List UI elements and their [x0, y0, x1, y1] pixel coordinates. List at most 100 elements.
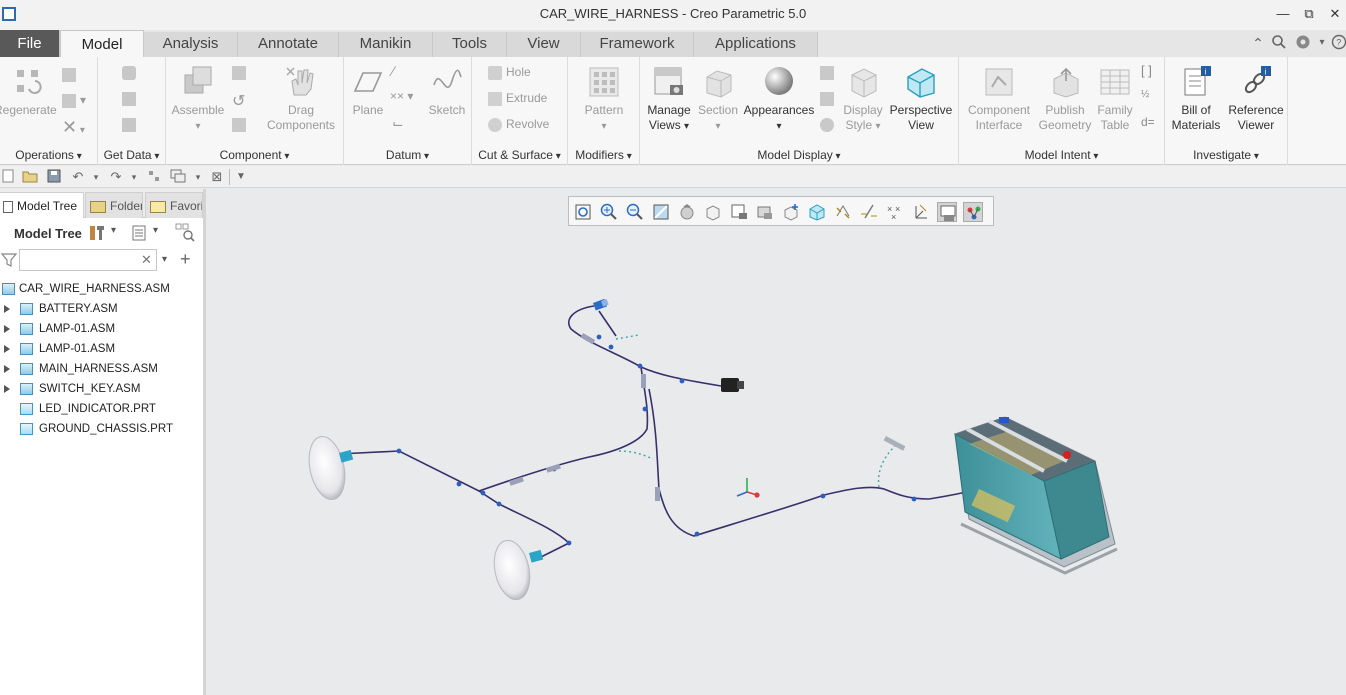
tree-item-battery[interactable]: BATTERY.ASM	[0, 299, 203, 319]
component-interface-button[interactable]: Component Interface	[963, 65, 1035, 133]
display-style-icon[interactable]	[677, 202, 697, 222]
plane-button[interactable]: Plane	[346, 65, 390, 118]
group-label-model-display[interactable]: Model Display	[640, 148, 958, 162]
undo-icon[interactable]: ↶	[70, 169, 86, 185]
tab-framework[interactable]: Framework	[581, 32, 694, 57]
group-label-operations[interactable]: Operations	[0, 148, 97, 162]
tree-show-icon[interactable]	[131, 224, 147, 245]
drag-components-button[interactable]: Drag Components	[262, 65, 340, 133]
tab-tools[interactable]: Tools	[433, 32, 507, 57]
help-dropdown-icon[interactable]: ▾	[1313, 34, 1331, 52]
close-window-icon[interactable]: ⊠	[209, 169, 225, 185]
tab-annotate[interactable]: Annotate	[238, 32, 339, 57]
saved-orientations-icon[interactable]	[703, 202, 723, 222]
layers-button[interactable]	[820, 91, 838, 106]
group-label-datum[interactable]: Datum	[344, 148, 471, 162]
save-icon[interactable]	[46, 169, 62, 185]
appearances-button[interactable]: Appearances ▾	[740, 65, 818, 134]
manage-views-button[interactable]: Manage Views ▾	[642, 65, 696, 134]
regenerate-button[interactable]: Regenerate	[0, 65, 57, 118]
display-settings-button[interactable]	[820, 117, 838, 132]
datum-planes-display-icon[interactable]	[833, 202, 853, 222]
switch-dimensions-button[interactable]: ½	[1141, 89, 1149, 100]
shrinkwrap-button[interactable]	[122, 117, 140, 132]
bill-of-materials-button[interactable]: i Bill of Materials	[1167, 65, 1225, 133]
scenes-button[interactable]	[820, 65, 838, 80]
parameters-button[interactable]: [ ]	[1141, 63, 1152, 78]
clear-search-icon[interactable]: ✕	[141, 252, 152, 268]
pattern-button[interactable]: Pattern ▾	[572, 65, 636, 134]
expand-arrow-icon[interactable]	[4, 325, 10, 333]
point-button[interactable]: ×× ▾	[390, 89, 413, 103]
expand-arrow-icon[interactable]	[4, 305, 10, 313]
graphics-window[interactable]: × × ×	[209, 189, 1346, 695]
tab-applications[interactable]: Applications	[694, 32, 818, 57]
group-label-get-data[interactable]: Get Data	[98, 148, 165, 162]
filter-funnel-icon[interactable]	[0, 252, 18, 271]
undo-dropdown-icon[interactable]: ▾	[88, 169, 104, 185]
repaint-icon[interactable]	[651, 202, 671, 222]
zoom-in-icon[interactable]	[599, 202, 619, 222]
sketch-button[interactable]: Sketch	[424, 65, 470, 118]
open-folder-icon[interactable]	[22, 169, 38, 185]
group-label-modifiers[interactable]: Modifiers	[568, 148, 639, 162]
zoom-out-icon[interactable]	[625, 202, 645, 222]
redo-dropdown-icon[interactable]: ▾	[126, 169, 142, 185]
redo-icon[interactable]: ↷	[108, 169, 124, 185]
expand-arrow-icon[interactable]	[4, 365, 10, 373]
tab-model-tree[interactable]: Model Tree	[0, 192, 84, 218]
search-icon[interactable]	[1270, 34, 1288, 52]
create-component-button[interactable]	[232, 65, 250, 80]
paste-button[interactable]: ▾	[62, 93, 86, 108]
perspective-icon[interactable]	[755, 202, 775, 222]
annotation-display-icon[interactable]	[937, 202, 957, 222]
group-label-cut-surface[interactable]: Cut & Surface	[472, 148, 567, 162]
display-style-button[interactable]: Display Style ▾	[838, 65, 888, 134]
cube-view-icon[interactable]	[807, 202, 827, 222]
tab-model[interactable]: Model	[60, 30, 144, 57]
tab-view[interactable]: View	[507, 32, 581, 57]
tree-item-led-indicator[interactable]: LED_INDICATOR.PRT	[0, 399, 203, 419]
tab-manikin[interactable]: Manikin	[339, 32, 433, 57]
refit-icon[interactable]	[573, 202, 593, 222]
point-display-icon[interactable]: × ××	[885, 202, 905, 222]
windows-icon[interactable]	[170, 169, 186, 185]
repeat-button[interactable]: ↺	[232, 91, 245, 111]
copy-button[interactable]	[62, 67, 80, 82]
tree-item-root[interactable]: CAR_WIRE_HARNESS.ASM	[0, 279, 203, 299]
customize-qat-icon[interactable]: ▼	[233, 169, 249, 185]
group-label-model-intent[interactable]: Model Intent	[959, 148, 1164, 162]
tab-file[interactable]: File	[0, 30, 60, 57]
perspective-view-button[interactable]: Perspective View	[888, 65, 954, 133]
tree-settings-dropdown-icon[interactable]: ▾	[111, 225, 116, 236]
tab-favorites[interactable]: Favorites	[145, 192, 203, 218]
relations-button[interactable]: d=	[1141, 115, 1155, 129]
view-manager-icon[interactable]	[729, 202, 749, 222]
delete-button[interactable]: ✕ ▾	[62, 117, 85, 138]
help-icon[interactable]: ?	[1330, 34, 1346, 52]
tree-item-ground-chassis[interactable]: GROUND_CHASSIS.PRT	[0, 419, 203, 439]
tree-item-lamp-2[interactable]: LAMP-01.ASM	[0, 339, 203, 359]
family-table-button[interactable]: Family Table	[1095, 65, 1135, 133]
collapse-ribbon-icon[interactable]: ⌃	[1249, 34, 1267, 52]
extrude-button[interactable]: Extrude	[488, 91, 547, 106]
assemble-button[interactable]: Assemble ▾	[170, 65, 226, 134]
harness-3d-scene[interactable]	[209, 189, 1346, 695]
publish-geometry-button[interactable]: Publish Geometry	[1035, 65, 1095, 133]
tree-item-main-harness[interactable]: MAIN_HARNESS.ASM	[0, 359, 203, 379]
tab-folder-browser[interactable]: Folder	[85, 192, 143, 218]
spin-center-display-icon[interactable]	[963, 202, 983, 222]
group-label-component[interactable]: Component	[166, 148, 343, 162]
tree-item-switch-key[interactable]: SWITCH_KEY.ASM	[0, 379, 203, 399]
spin-center-icon[interactable]	[781, 202, 801, 222]
close-button[interactable]: ✕	[1324, 4, 1346, 24]
axis-button[interactable]: ∕	[392, 63, 394, 79]
regenerate-small-icon[interactable]	[146, 169, 162, 185]
mirror-component-button[interactable]	[232, 117, 250, 132]
tree-show-dropdown-icon[interactable]: ▾	[153, 225, 158, 236]
tab-analysis[interactable]: Analysis	[144, 32, 238, 57]
search-dropdown-icon[interactable]: ▾	[162, 254, 167, 265]
copy-geometry-button[interactable]	[122, 91, 140, 106]
reference-viewer-button[interactable]: i Reference Viewer	[1225, 65, 1287, 133]
windows-dropdown-icon[interactable]: ▾	[190, 169, 206, 185]
